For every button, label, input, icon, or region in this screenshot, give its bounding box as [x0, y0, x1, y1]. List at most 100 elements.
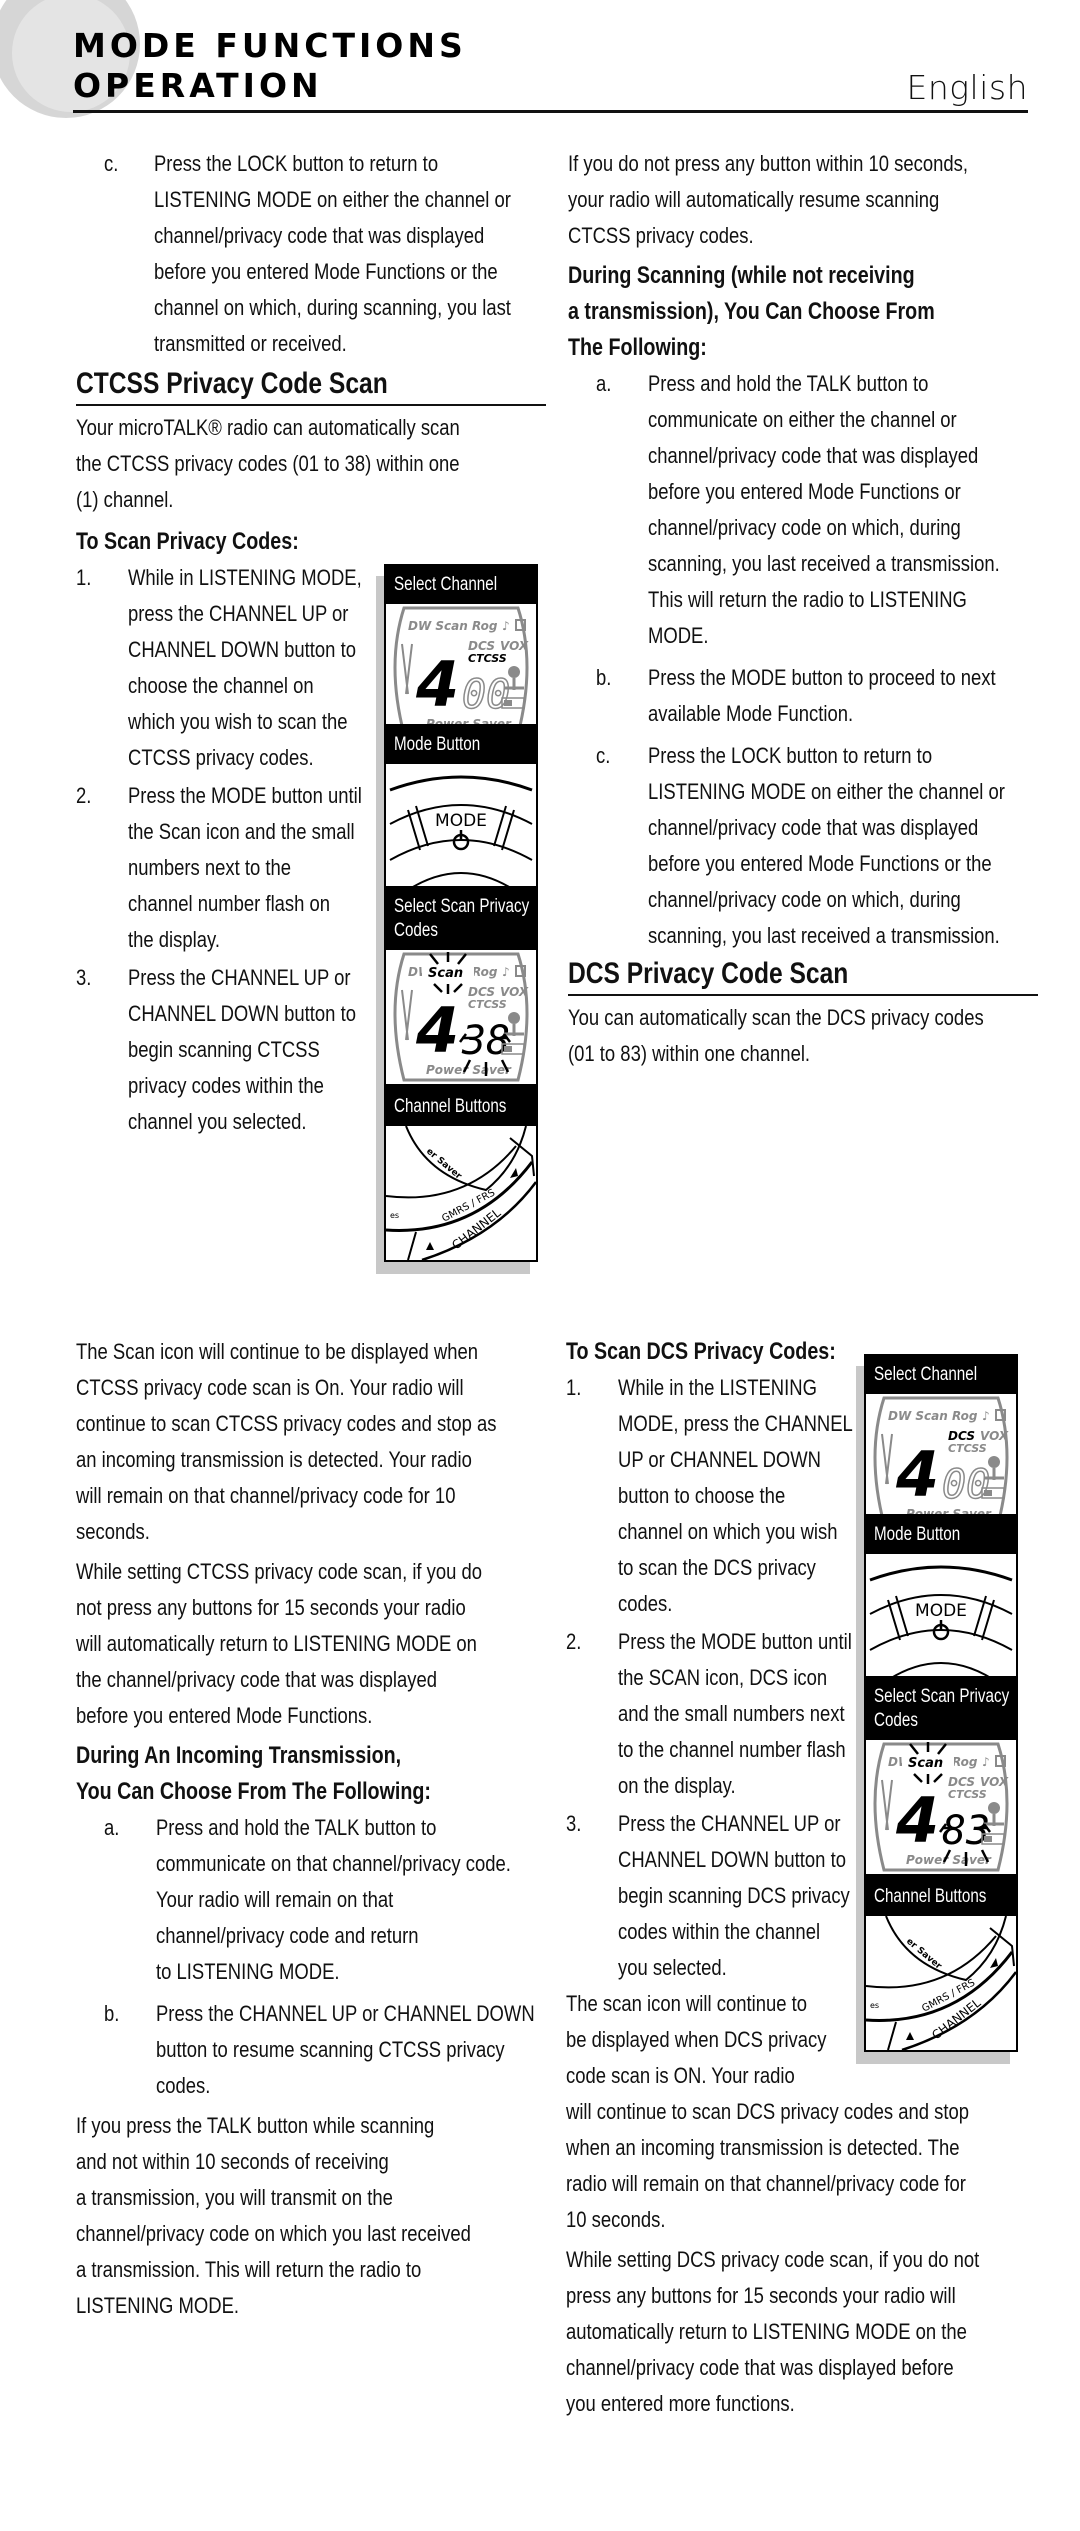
dial-arc-outer: [389, 775, 533, 792]
caption-line: Channel Buttons: [874, 1886, 987, 1907]
lcd-ctcss-label: CTCSS: [948, 1442, 987, 1455]
text-line: automatically return to LISTENING MODE o…: [566, 2319, 967, 2344]
text-line: LISTENING MODE on either the channel or: [648, 779, 1005, 804]
figure-lcd: Select Channel DW Scan Rog ♪ DCS VOX CTCSS 4 0…: [376, 564, 538, 752]
page-title: MODE FUNCTIONS OPERATION: [73, 26, 467, 106]
item-label: 3.: [76, 965, 92, 990]
item-label: 2.: [76, 783, 92, 808]
text-line: will automatically return to LISTENING M…: [76, 1631, 477, 1656]
text-line: communicate on either the channel or: [648, 407, 957, 432]
item-label: 1.: [76, 565, 92, 590]
section-rule: [568, 994, 1038, 996]
caption-line: Select Scan Privacy: [394, 896, 530, 917]
option-label: c.: [104, 151, 119, 176]
text-line: before you entered Mode Functions or the: [154, 259, 498, 284]
text-line: CTCSS privacy codes.: [568, 223, 754, 248]
text-line: an incoming transmission is detected. Yo…: [76, 1447, 472, 1472]
heading-line: You Can Choose From The Following:: [76, 1778, 431, 1805]
text-line: scanning, you last received a transmissi…: [648, 551, 1000, 576]
text-line: Your radio will remain on that: [156, 1887, 394, 1912]
option-text: Press the LOCK button to return to LISTEN…: [154, 146, 546, 362]
text-line: Press the CHANNEL UP or CHANNEL DOWN: [156, 2001, 535, 2026]
text-line: channel/privacy code on which, during: [648, 887, 961, 912]
antenna-icon: [881, 1433, 893, 1485]
figure-card: Select Scan PrivacyCodes DW Scan Rog♪DCS…: [384, 886, 538, 1086]
lcd-corner: [885, 1916, 1007, 1982]
ctcss-section-heading: CTCSS Privacy Code Scan: [76, 367, 388, 400]
text-line: LISTENING MODE.: [76, 2293, 240, 2318]
figure-card: Select Channel DW Scan Rog ♪ DCS VOX CTCSS 4 0…: [384, 564, 538, 740]
lcd-vox-label: VOX: [980, 1775, 1009, 1789]
text-line: before you entered Mode Functions or: [648, 479, 961, 504]
text-line: Press and hold the TALK button to: [648, 371, 929, 396]
figure-mode: Mode Button MODE: [856, 1514, 1018, 1702]
figure-caption: Mode Button: [386, 726, 536, 764]
item-label: c.: [596, 743, 611, 768]
lcd-bottom-label: Power Saver: [906, 1853, 992, 1867]
text-line: Press the MODE button to proceed to next: [648, 665, 996, 690]
lcd-dcs-label: DCS: [468, 639, 495, 653]
lcd-code-number: 83: [942, 1808, 990, 1854]
figure-illustration: MODE: [866, 1554, 1016, 1688]
text-line: codes.: [156, 2073, 211, 2098]
text-line: channel/privacy code that was displayed: [154, 223, 485, 248]
option-item: a. Press and hold the TALK button to commu…: [596, 366, 1038, 654]
text-line: LISTENING MODE on either the channel or: [154, 187, 511, 212]
text-line: not press any buttons for 15 seconds you…: [76, 1595, 466, 1620]
lcd-code-number: 38: [461, 1018, 510, 1064]
option-item: a. Press and hold the TALK button to commu…: [104, 1810, 546, 1990]
text-line: Press and hold the TALK button to: [156, 1815, 437, 1840]
text-line: scanning, you last received a transmissi…: [648, 923, 1000, 948]
heading-line: During An Incoming Transmission,: [76, 1742, 402, 1769]
flash-ray: [913, 1773, 923, 1783]
flash-ray: [933, 1773, 943, 1783]
lcd-vox-label: VOX: [500, 985, 529, 999]
lock-option-c: c. Press the LOCK button to return to LIS…: [104, 146, 546, 362]
heading-line: During Scanning (while not receiving: [568, 262, 915, 289]
text-line: (1) channel.: [76, 487, 174, 512]
lcd-corner: [405, 1126, 527, 1192]
lcd-scan-label: Scan: [908, 1756, 943, 1771]
lcd-code-number: 00: [942, 1462, 990, 1508]
lcd-bottom-label: Power Saver: [426, 1063, 512, 1077]
svg-text:er Saver: er Saver: [904, 1937, 944, 1972]
text-line: MODE.: [648, 623, 709, 648]
lcd-vox-label: VOX: [500, 639, 529, 653]
figure-channel: Channel Buttons er Saver GMRS / FRS CHAN…: [376, 1086, 538, 1274]
item-label: a.: [104, 1815, 120, 1840]
lcd-ctcss-label: CTCSS: [468, 652, 507, 665]
header-rule: [73, 110, 1028, 113]
figure-card: Select Channel DW Scan Rog ♪ DCS VOX CTCSS 4 0…: [864, 1354, 1018, 1530]
lcd-scan-label: Scan: [428, 966, 463, 981]
text-line: While setting CTCSS privacy code scan, i…: [76, 1559, 483, 1584]
caption-line: Channel Buttons: [394, 1096, 507, 1117]
scan-privacy-heading: To Scan Privacy Codes:: [76, 528, 299, 555]
text-line: and not within 10 seconds of receiving: [76, 2149, 389, 2174]
caption-line: Codes: [394, 920, 438, 941]
flash-ray: [453, 983, 463, 993]
channel-down-arrow-icon: [426, 1242, 434, 1250]
text-line: will continue to scan DCS privacy codes …: [566, 2099, 970, 2124]
language-label: English: [906, 68, 1028, 107]
figure-illustration: DW Scan Rog♪DCSVOXCTCSS400Power Saver: [866, 1394, 1016, 1528]
antenna-icon: [881, 1779, 893, 1831]
text-line: press any buttons for 15 seconds your ra…: [566, 2283, 956, 2308]
vox-person-icon: [988, 1456, 1000, 1468]
mode-button-label: MODE: [915, 1601, 967, 1621]
lcd-channel-number: 4: [895, 1784, 939, 1857]
lcd-ctcss-label: CTCSS: [948, 1788, 987, 1801]
option-item: c. Press the LOCK button to return to LIST…: [596, 738, 1038, 954]
text-line: Press the LOCK button to return to: [648, 743, 933, 768]
text-line: transmitted or received.: [154, 331, 347, 356]
dcs-section-heading: DCS Privacy Code Scan: [568, 957, 849, 990]
text-line: before you entered Mode Functions.: [76, 1703, 373, 1728]
item-label: a.: [596, 371, 612, 396]
text-line: channel on which, during scanning, you l…: [154, 295, 511, 320]
figure-lcd-scan: Select Scan PrivacyCodes DW Scan Rog♪DCS…: [856, 1676, 1018, 1888]
text-line: seconds.: [76, 1519, 150, 1544]
text-line: when an incoming transmission is detecte…: [566, 2135, 960, 2160]
scan-icon-paragraph: The Scan icon will continue to be displa…: [76, 1334, 546, 1550]
text-line: The Scan icon will continue to be displa…: [76, 1339, 479, 1364]
svg-text:er Saver: er Saver: [424, 1147, 464, 1182]
caption-line: Select Channel: [874, 1364, 978, 1385]
